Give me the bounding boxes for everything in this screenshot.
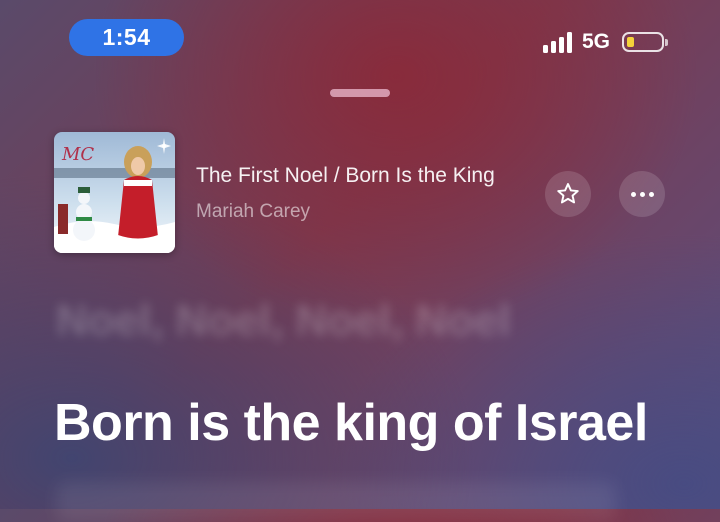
cellular-signal-icon	[542, 31, 572, 53]
sheet-grabber[interactable]	[330, 89, 390, 97]
more-options-button[interactable]	[619, 171, 665, 217]
lyric-line-current[interactable]: Born is the king of Israel	[54, 393, 648, 453]
status-time: 1:54	[102, 24, 151, 50]
svg-text:MC: MC	[61, 144, 94, 165]
network-type: 5G	[581, 30, 610, 53]
time-pill[interactable]: 1:54	[69, 19, 184, 56]
favorite-button[interactable]	[545, 171, 591, 217]
lyric-line-previous[interactable]: Noel, Noel, Noel, Noel	[56, 296, 511, 346]
track-title[interactable]: The First Noel / Born Is the King	[196, 164, 536, 188]
ellipsis-icon	[630, 191, 654, 197]
battery-icon	[622, 32, 668, 52]
status-indicators: 5G	[542, 28, 668, 56]
track-artist[interactable]: Mariah Carey	[196, 201, 310, 223]
album-art: MC	[54, 132, 175, 253]
star-outline-icon	[557, 183, 579, 204]
lyric-line-next[interactable]	[56, 482, 616, 522]
